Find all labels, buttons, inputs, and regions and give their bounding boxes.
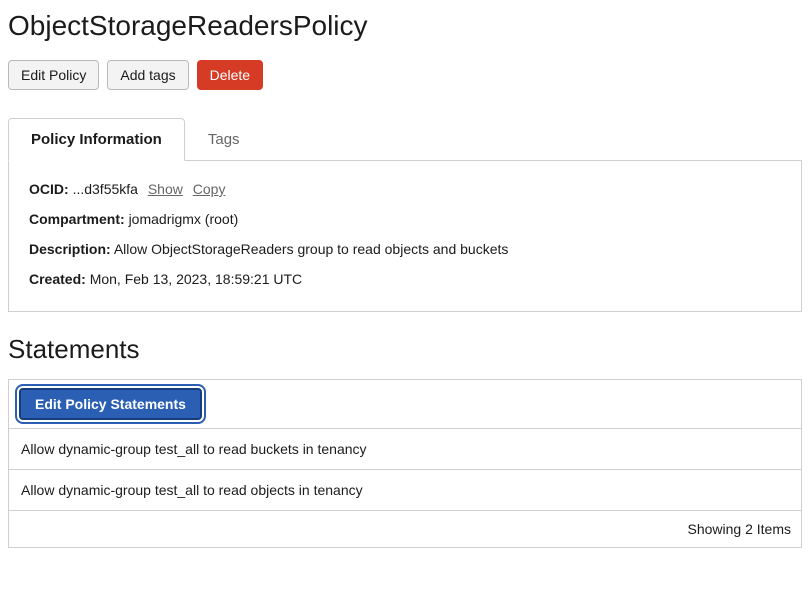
page-title: ObjectStorageReadersPolicy — [8, 10, 802, 42]
description-value: Allow ObjectStorageReaders group to read… — [114, 241, 509, 257]
ocid-label: OCID: — [29, 181, 69, 197]
statements-header: Statements — [8, 334, 802, 365]
created-row: Created: Mon, Feb 13, 2023, 18:59:21 UTC — [29, 271, 781, 287]
statements-toolbar-row: Edit Policy Statements — [9, 380, 802, 429]
ocid-row: OCID: ...d3f55kfa Show Copy — [29, 181, 781, 197]
tab-tags[interactable]: Tags — [185, 118, 263, 161]
edit-policy-button[interactable]: Edit Policy — [8, 60, 99, 90]
ocid-value: ...d3f55kfa — [73, 181, 138, 197]
add-tags-button[interactable]: Add tags — [107, 60, 188, 90]
compartment-label: Compartment: — [29, 211, 125, 227]
statements-footer-row: Showing 2 Items — [9, 511, 802, 548]
statement-cell: Allow dynamic-group test_all to read obj… — [9, 470, 802, 511]
tab-bar: Policy Information Tags — [8, 118, 802, 161]
created-label: Created: — [29, 271, 86, 287]
table-row: Allow dynamic-group test_all to read buc… — [9, 429, 802, 470]
statement-cell: Allow dynamic-group test_all to read buc… — [9, 429, 802, 470]
statements-count: Showing 2 Items — [9, 511, 802, 548]
description-row: Description: Allow ObjectStorageReaders … — [29, 241, 781, 257]
action-row: Edit Policy Add tags Delete — [8, 60, 802, 90]
description-label: Description: — [29, 241, 111, 257]
policy-info-card: OCID: ...d3f55kfa Show Copy Compartment:… — [8, 161, 802, 312]
table-row: Allow dynamic-group test_all to read obj… — [9, 470, 802, 511]
ocid-show-link[interactable]: Show — [148, 181, 183, 197]
statements-table: Edit Policy Statements Allow dynamic-gro… — [8, 379, 802, 548]
compartment-row: Compartment: jomadrigmx (root) — [29, 211, 781, 227]
compartment-value: jomadrigmx (root) — [129, 211, 239, 227]
delete-button[interactable]: Delete — [197, 60, 263, 90]
created-value: Mon, Feb 13, 2023, 18:59:21 UTC — [90, 271, 302, 287]
ocid-copy-link[interactable]: Copy — [193, 181, 226, 197]
edit-policy-statements-button[interactable]: Edit Policy Statements — [19, 388, 202, 420]
tab-policy-information[interactable]: Policy Information — [8, 118, 185, 161]
